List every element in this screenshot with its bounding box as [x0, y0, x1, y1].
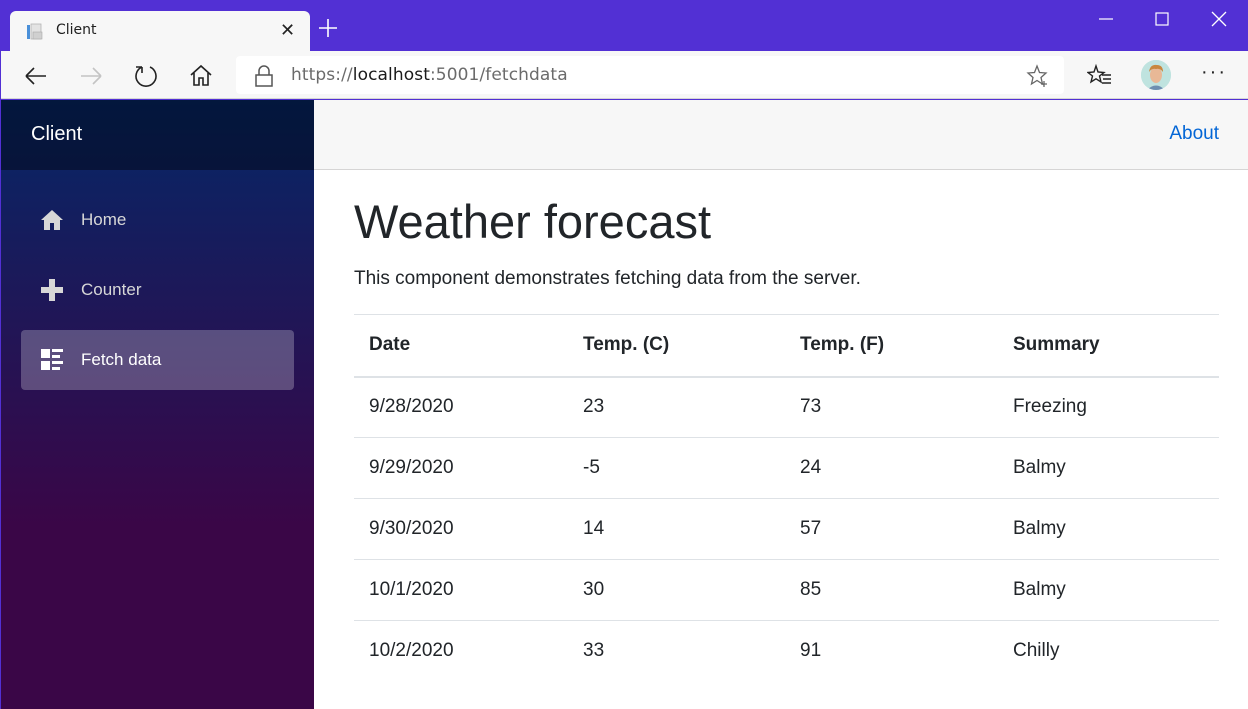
url-scheme: https://: [291, 65, 353, 85]
cell-summary: Freezing: [1013, 396, 1087, 418]
browser-window: Client ✕ https://localhost:5001/fetchdat…: [0, 0, 1248, 709]
url-host: localhost: [352, 65, 430, 85]
close-window-icon[interactable]: [1206, 9, 1232, 31]
table-row: 9/29/2020 -5 24 Balmy: [354, 437, 1219, 499]
nav-label: Home: [81, 210, 127, 229]
cell-summary: Balmy: [998, 437, 1219, 499]
page-favicon-icon: [27, 23, 43, 40]
cell-summary: Balmy: [998, 498, 1219, 560]
table-row: 10/1/2020 30 85 Balmy: [354, 559, 1219, 621]
favorites-icon[interactable]: [1087, 63, 1113, 89]
table-header-row: Date Temp. (C) Temp. (F) Summary: [354, 314, 1219, 378]
main-content: Weather forecast This component demonstr…: [354, 170, 1219, 682]
cell-date: 9/30/2020: [354, 498, 568, 560]
column-header: Temp. (F): [785, 314, 998, 378]
plus-icon: [41, 279, 63, 301]
web-page: Client Home Counter Fetch data About Wea…: [1, 100, 1248, 709]
page-description: This component demonstrates fetching dat…: [354, 268, 861, 289]
table-row: 9/28/2020 23 73 Freezing: [354, 377, 1219, 438]
browser-toolbar: https://localhost:5001/fetchdata ···: [1, 51, 1248, 99]
cell-temp-f: 57: [785, 498, 998, 560]
nav-label: Counter: [81, 280, 142, 299]
sidebar: Client Home Counter Fetch data: [1, 100, 314, 709]
cell-date: 10/2/2020: [354, 620, 568, 682]
minimize-icon[interactable]: [1093, 9, 1119, 31]
add-favorite-icon[interactable]: [1026, 64, 1050, 88]
cell-temp-f: 85: [785, 559, 998, 621]
list-rich-icon: [41, 349, 63, 370]
cell-temp-c: 14: [568, 498, 785, 560]
back-icon[interactable]: [23, 63, 49, 89]
forecast-table: Date Temp. (C) Temp. (F) Summary 9/28/20…: [354, 314, 1219, 682]
more-icon[interactable]: ···: [1201, 61, 1227, 84]
cell-summary: Chilly: [998, 620, 1219, 682]
app-brand[interactable]: Client: [31, 123, 82, 146]
table-row: 9/30/2020 14 57 Balmy: [354, 498, 1219, 560]
close-tab-icon[interactable]: ✕: [280, 20, 295, 40]
url-text[interactable]: https://localhost:5001/fetchdata: [291, 65, 568, 85]
nav-item-counter[interactable]: Counter: [21, 260, 294, 320]
nav-label: Fetch data: [81, 350, 162, 369]
home-icon[interactable]: [188, 63, 214, 89]
cell-temp-f: 24: [785, 437, 998, 499]
table-row: 10/2/2020 33 91 Chilly: [354, 620, 1219, 682]
maximize-icon[interactable]: [1149, 9, 1175, 31]
nav-item-home[interactable]: Home: [21, 190, 294, 250]
cell-date: 9/29/2020: [354, 437, 568, 499]
nav-item-fetch-data[interactable]: Fetch data: [21, 330, 294, 390]
title-bar: Client ✕: [1, 1, 1248, 51]
address-bar[interactable]: https://localhost:5001/fetchdata: [236, 56, 1064, 94]
cell-date: 9/28/2020: [369, 396, 454, 418]
avatar-image: [1141, 60, 1171, 90]
cell-date: 10/1/2020: [354, 559, 568, 621]
column-header: Temp. (C): [568, 314, 785, 378]
cell-summary: Balmy: [998, 559, 1219, 621]
cell-temp-c: 30: [568, 559, 785, 621]
brand-bar: Client: [1, 100, 314, 170]
forward-icon[interactable]: [78, 63, 104, 89]
cell-temp-f: 73: [800, 396, 822, 418]
lock-icon[interactable]: [254, 65, 274, 87]
refresh-icon[interactable]: [133, 63, 159, 89]
column-header: Summary: [998, 314, 1219, 378]
cell-temp-c: 23: [583, 396, 605, 418]
top-row: About: [314, 100, 1248, 170]
cell-temp-c: -5: [568, 437, 785, 499]
url-path: :5001/fetchdata: [429, 65, 568, 85]
new-tab-icon[interactable]: [317, 17, 339, 39]
page-title: Weather forecast: [354, 195, 712, 248]
cell-temp-c: 33: [568, 620, 785, 682]
tab-title: Client: [56, 22, 97, 38]
profile-avatar[interactable]: [1141, 60, 1171, 90]
browser-tab[interactable]: Client ✕: [10, 11, 310, 51]
cell-temp-f: 91: [785, 620, 998, 682]
about-link[interactable]: About: [1169, 123, 1219, 145]
column-header: Date: [354, 314, 568, 378]
home-icon: [41, 210, 63, 230]
